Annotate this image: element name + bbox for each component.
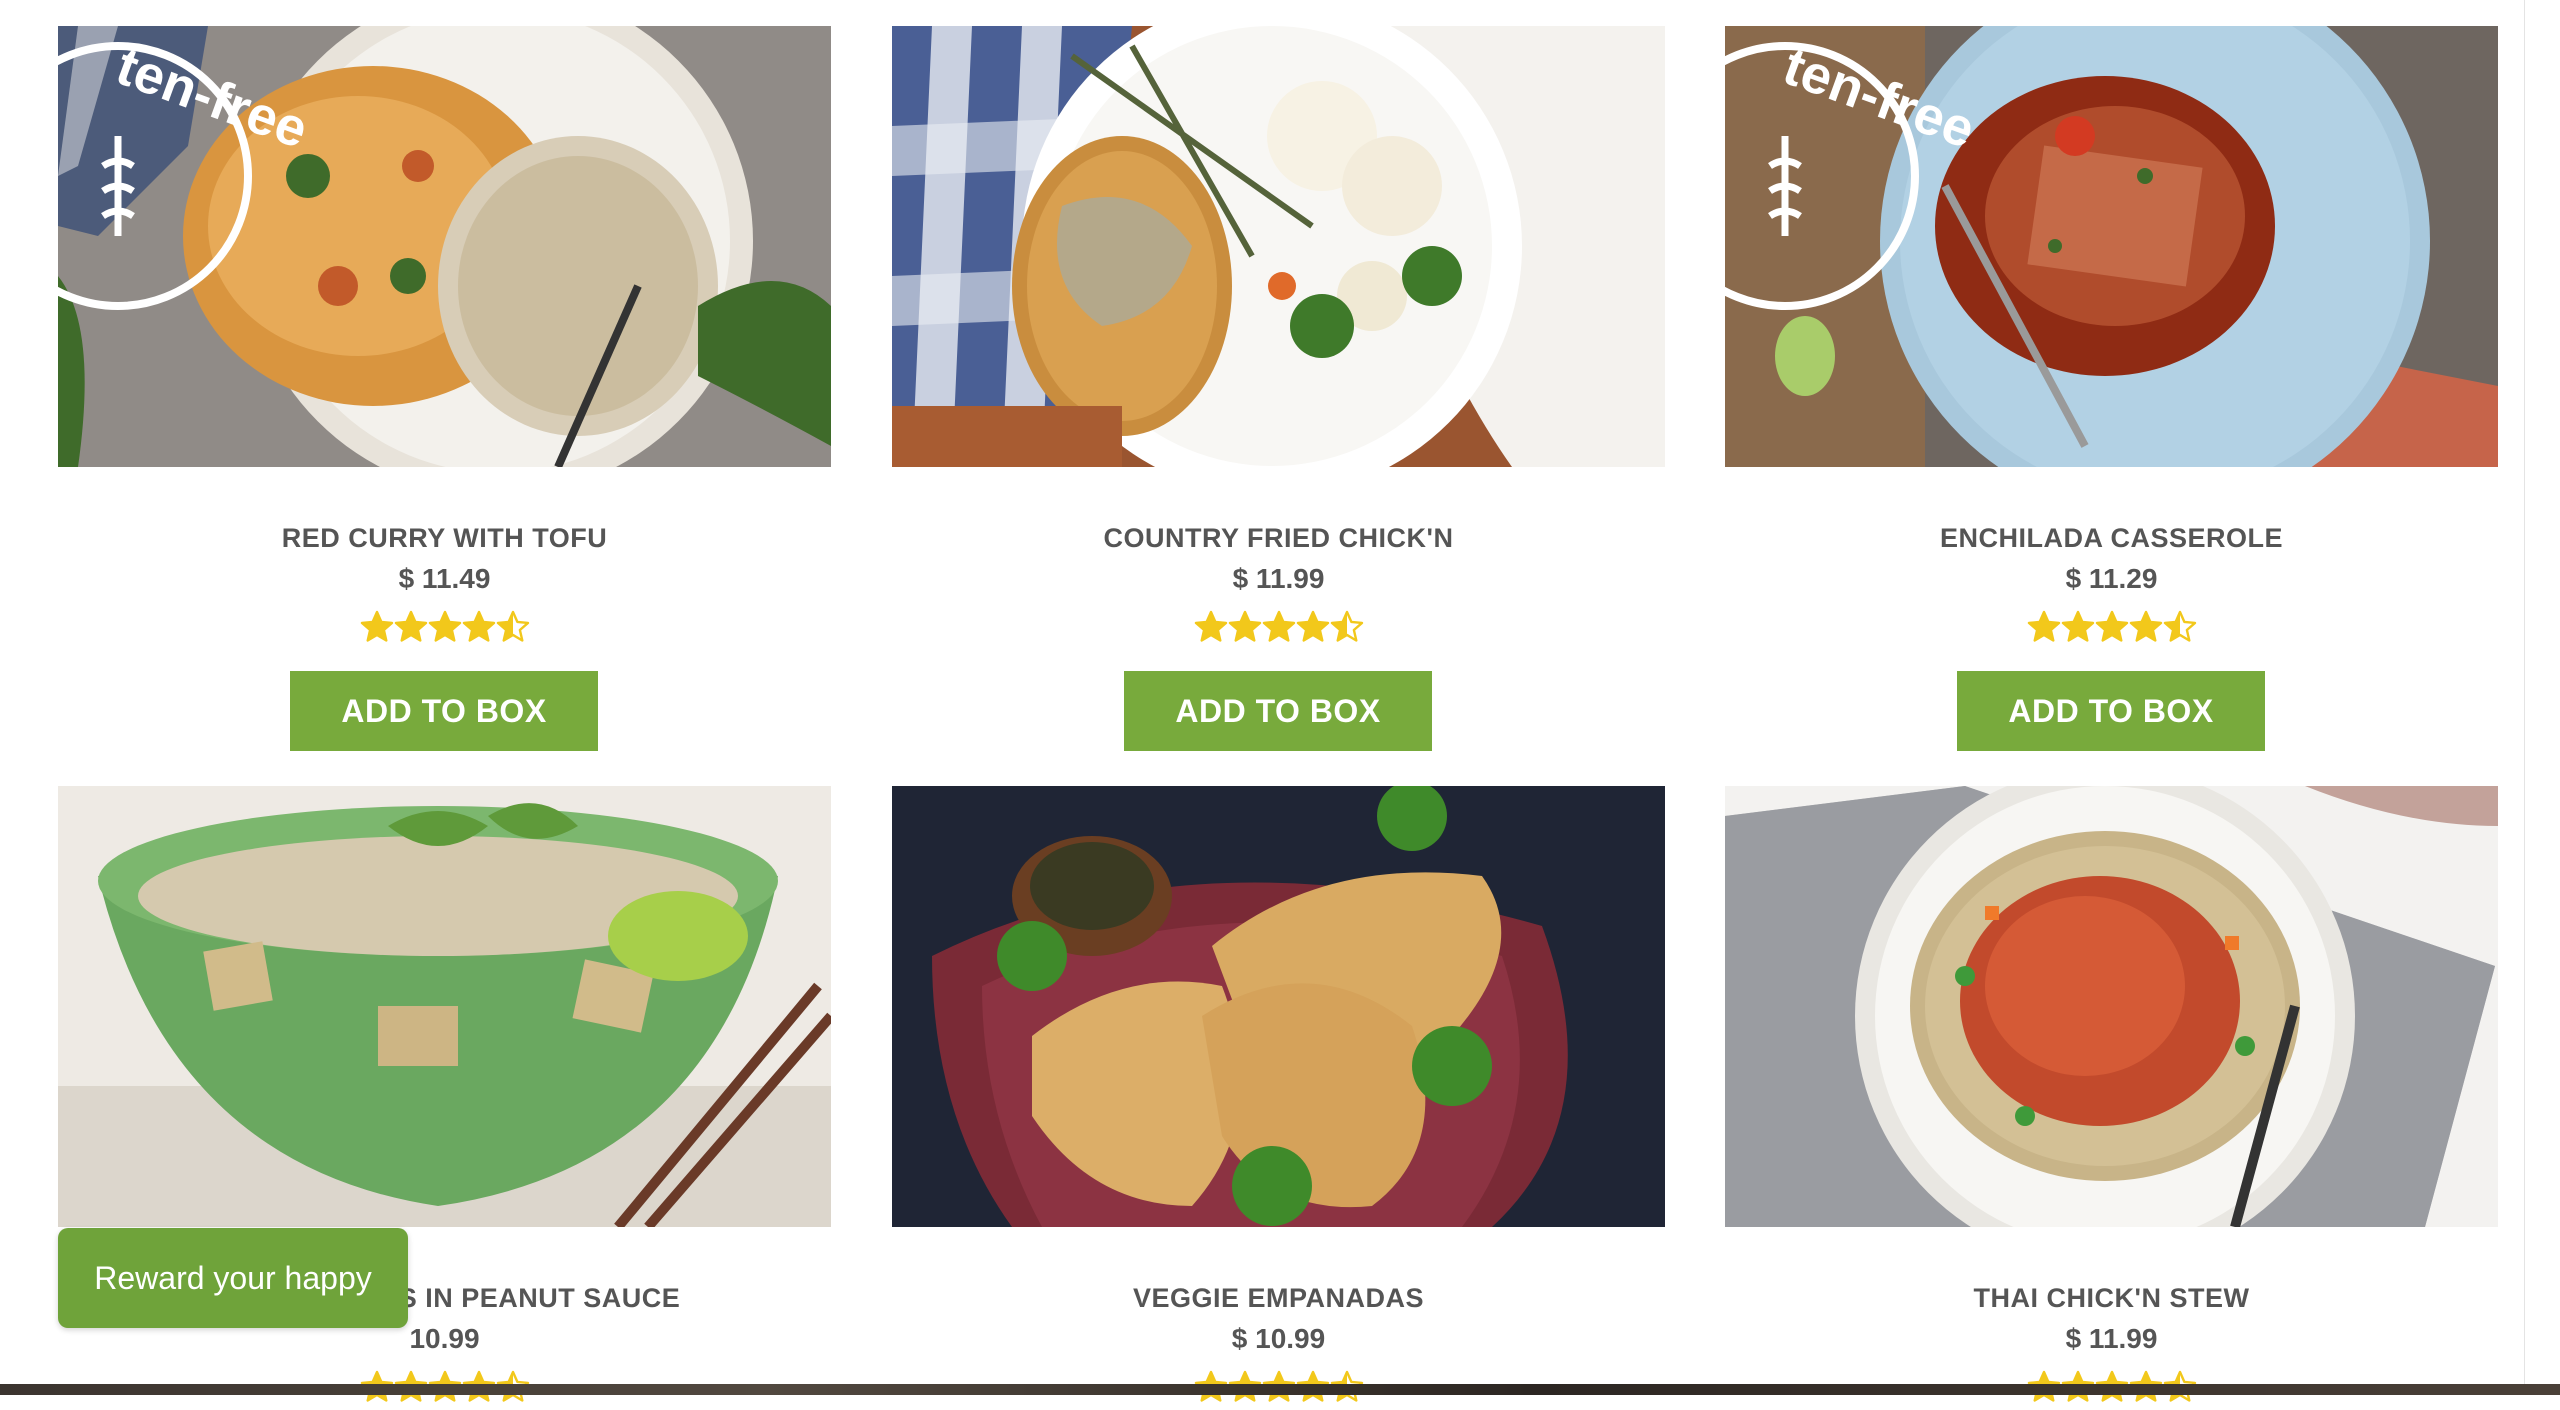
product-image[interactable]: [1725, 786, 2498, 1227]
product-image[interactable]: [892, 786, 1665, 1227]
star-full-icon: [1194, 610, 1227, 642]
star-full-icon: [1296, 610, 1329, 642]
add-to-box-button[interactable]: ADD TO BOX: [1957, 671, 2265, 751]
product-price: $ 11.29: [2065, 563, 2158, 594]
star-rating: [1725, 609, 2498, 649]
add-to-box-button[interactable]: ADD TO BOX: [290, 671, 598, 751]
star-full-icon: [394, 610, 427, 642]
star-half-icon: [2163, 610, 2196, 642]
product-title[interactable]: ENCHILADA CASSEROLE: [1725, 523, 2498, 554]
star-full-icon: [1262, 610, 1295, 642]
add-to-box-button[interactable]: ADD TO BOX: [1124, 671, 1432, 751]
star-half-icon: [496, 610, 529, 642]
star-half-icon: [1330, 610, 1363, 642]
product-image[interactable]: [58, 786, 831, 1227]
star-full-icon: [1228, 610, 1261, 642]
product-title[interactable]: COUNTRY FRIED CHICK'N: [892, 523, 1665, 554]
reward-your-happy-button[interactable]: Reward your happy: [58, 1228, 408, 1328]
product-title[interactable]: RED CURRY WITH TOFU: [58, 523, 831, 554]
page-bottom-edge: [0, 1384, 2560, 1395]
product-image[interactable]: ten-free: [1725, 26, 2498, 467]
product-price: $ 11.99: [2065, 1323, 2158, 1354]
star-full-icon: [428, 610, 461, 642]
scrollbar[interactable]: [2524, 0, 2560, 1395]
star-full-icon: [2027, 610, 2060, 642]
product-price: $ 11.49: [398, 563, 491, 594]
scrollbar-thumb[interactable]: [2537, 6, 2551, 1336]
product-price: $ 11.99: [1232, 563, 1325, 594]
star-full-icon: [2095, 610, 2128, 642]
star-full-icon: [2061, 610, 2094, 642]
product-price: $ 10.99: [1231, 1323, 1326, 1354]
product-title[interactable]: THAI CHICK'N STEW: [1725, 1283, 2498, 1314]
product-image[interactable]: ten-free: [58, 26, 831, 467]
star-full-icon: [462, 610, 495, 642]
star-full-icon: [2129, 610, 2162, 642]
product-title[interactable]: VEGGIE EMPANADAS: [892, 1283, 1665, 1314]
star-rating: [892, 609, 1665, 649]
star-rating: [58, 609, 831, 649]
star-full-icon: [360, 610, 393, 642]
product-image[interactable]: [892, 26, 1665, 467]
